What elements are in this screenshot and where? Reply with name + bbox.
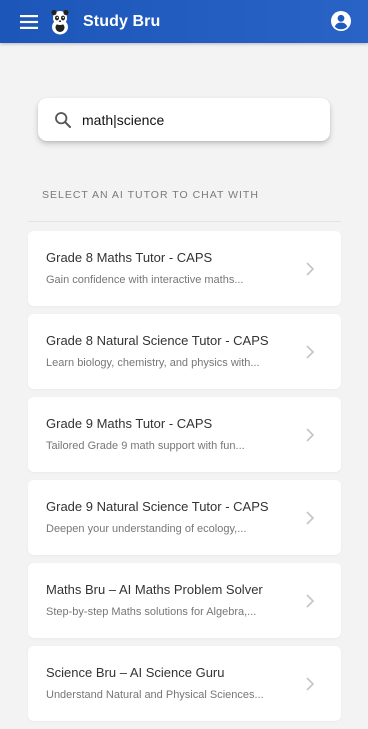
section-label: SELECT AN AI TUTOR TO CHAT WITH	[42, 189, 259, 201]
menu-icon[interactable]	[19, 12, 39, 32]
chevron-right-icon	[306, 594, 315, 608]
tutor-title: Grade 9 Natural Science Tutor - CAPS	[46, 499, 269, 514]
chevron-right-icon	[306, 428, 315, 442]
search-icon	[54, 111, 72, 129]
tutor-card[interactable]: Grade 9 Natural Science Tutor - CAPS Dee…	[28, 480, 341, 555]
tutor-card[interactable]: Maths Bru – AI Maths Problem Solver Step…	[28, 563, 341, 638]
chevron-right-icon	[306, 345, 315, 359]
panda-logo-icon	[48, 8, 72, 36]
tutor-title: Maths Bru – AI Maths Problem Solver	[46, 582, 263, 597]
tutor-card[interactable]: Grade 9 Maths Tutor - CAPS Tailored Grad…	[28, 397, 341, 472]
tutor-description: Tailored Grade 9 math support with fun..…	[46, 440, 245, 452]
search-bar[interactable]	[38, 98, 330, 141]
tutor-title: Grade 8 Natural Science Tutor - CAPS	[46, 333, 269, 348]
app-bar: Study Bru	[0, 0, 368, 43]
search-input[interactable]	[82, 111, 302, 128]
divider	[28, 221, 341, 222]
chevron-right-icon	[306, 511, 315, 525]
tutor-card[interactable]: Science Bru – AI Science Guru Understand…	[28, 646, 341, 721]
chevron-right-icon	[306, 677, 315, 691]
chevron-right-icon	[306, 262, 315, 276]
tutor-card[interactable]: Grade 8 Maths Tutor - CAPS Gain confiden…	[28, 231, 341, 306]
tutor-list: Grade 8 Maths Tutor - CAPS Gain confiden…	[28, 231, 341, 729]
account-icon[interactable]	[330, 10, 352, 32]
tutor-title: Grade 8 Maths Tutor - CAPS	[46, 250, 213, 265]
tutor-description: Deepen your understanding of ecology,...	[46, 523, 247, 535]
app-title: Study Bru	[83, 12, 161, 30]
tutor-description: Learn biology, chemistry, and physics wi…	[46, 357, 260, 369]
tutor-title: Grade 9 Maths Tutor - CAPS	[46, 416, 213, 431]
tutor-description: Understand Natural and Physical Sciences…	[46, 689, 264, 701]
tutor-card[interactable]: Grade 8 Natural Science Tutor - CAPS Lea…	[28, 314, 341, 389]
tutor-title: Science Bru – AI Science Guru	[46, 665, 225, 680]
tutor-description: Gain confidence with interactive maths..…	[46, 274, 244, 286]
tutor-description: Step-by-step Maths solutions for Algebra…	[46, 606, 257, 618]
